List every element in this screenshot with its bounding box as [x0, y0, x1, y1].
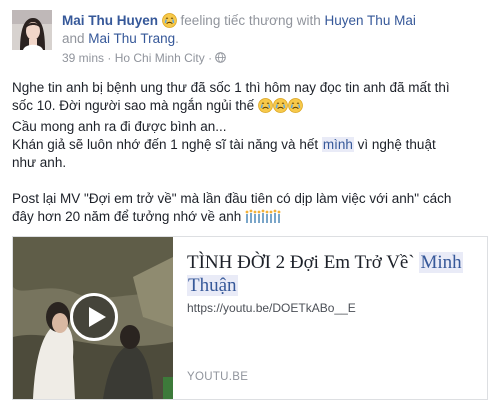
author-name-link[interactable]: Mai Thu Huyen — [62, 13, 158, 28]
video-thumbnail[interactable] — [13, 237, 173, 399]
post-header-continued: and Mai Thu Trang. — [62, 30, 179, 48]
link-preview-card[interactable]: TÌNH ĐỜI 2 Đợi Em Trở Về` Minh Thuận htt… — [12, 236, 488, 400]
author-avatar[interactable] — [12, 10, 52, 50]
post-text: Nghe tin anh bị bệnh ung thư đã sốc 1 th… — [12, 79, 488, 228]
and-text: and — [62, 31, 85, 46]
period-text: . — [175, 31, 179, 46]
tagged-friend-link[interactable]: Mai Thu Trang — [88, 31, 175, 46]
post-location-link[interactable]: Ho Chi Minh City — [115, 51, 205, 65]
highlighted-word: Minh — [419, 252, 463, 273]
post-text-line: Nghe tin anh bị bệnh ung thư đã sốc 1 th… — [12, 80, 450, 95]
highlighted-word: mình — [321, 137, 354, 152]
post-text-line: Cầu mong anh ra đi được bình an... — [12, 119, 227, 134]
post-time-link[interactable]: 39 mins — [62, 51, 104, 65]
link-url[interactable]: https://youtu.be/DOETkABo__E — [187, 301, 356, 315]
post-text-line: Post lại MV "Đợi em trở về" mà lần đầu t… — [12, 191, 452, 206]
post-meta: 39 mins · Ho Chi Minh City · — [62, 51, 227, 65]
play-icon[interactable] — [70, 293, 118, 341]
post-text-line: đây hơn 20 năm để tưởng nhớ về anh — [12, 208, 488, 228]
feeling-text: feeling tiếc thương with — [180, 13, 321, 28]
link-title[interactable]: TÌNH ĐỜI 2 Đợi Em Trở Về` Minh Thuận — [187, 251, 477, 297]
meta-separator: · — [208, 51, 213, 65]
tagged-friend-link[interactable]: Huyen Thu Mai — [325, 13, 416, 28]
candle-icon — [245, 209, 281, 228]
link-domain: YOUTU.BE — [187, 371, 249, 383]
highlighted-word: Thuận — [187, 275, 238, 296]
post-text-line: sốc 10. Đời người sao mà ngắn ngủi thế — [12, 97, 488, 118]
crying-emoji-icon — [161, 13, 177, 28]
meta-separator: · — [107, 51, 112, 65]
globe-icon[interactable] — [215, 52, 227, 63]
post-text-line: như anh. — [12, 155, 67, 170]
crying-emoji-icon — [258, 98, 303, 118]
post-header: Mai Thu Huyen feeling tiếc thương with H… — [62, 12, 416, 30]
facebook-post: Mai Thu Huyen feeling tiếc thương with H… — [0, 0, 500, 414]
post-text-line: Khán giả sẽ luôn nhớ đến 1 nghệ sĩ tài n… — [12, 137, 436, 152]
